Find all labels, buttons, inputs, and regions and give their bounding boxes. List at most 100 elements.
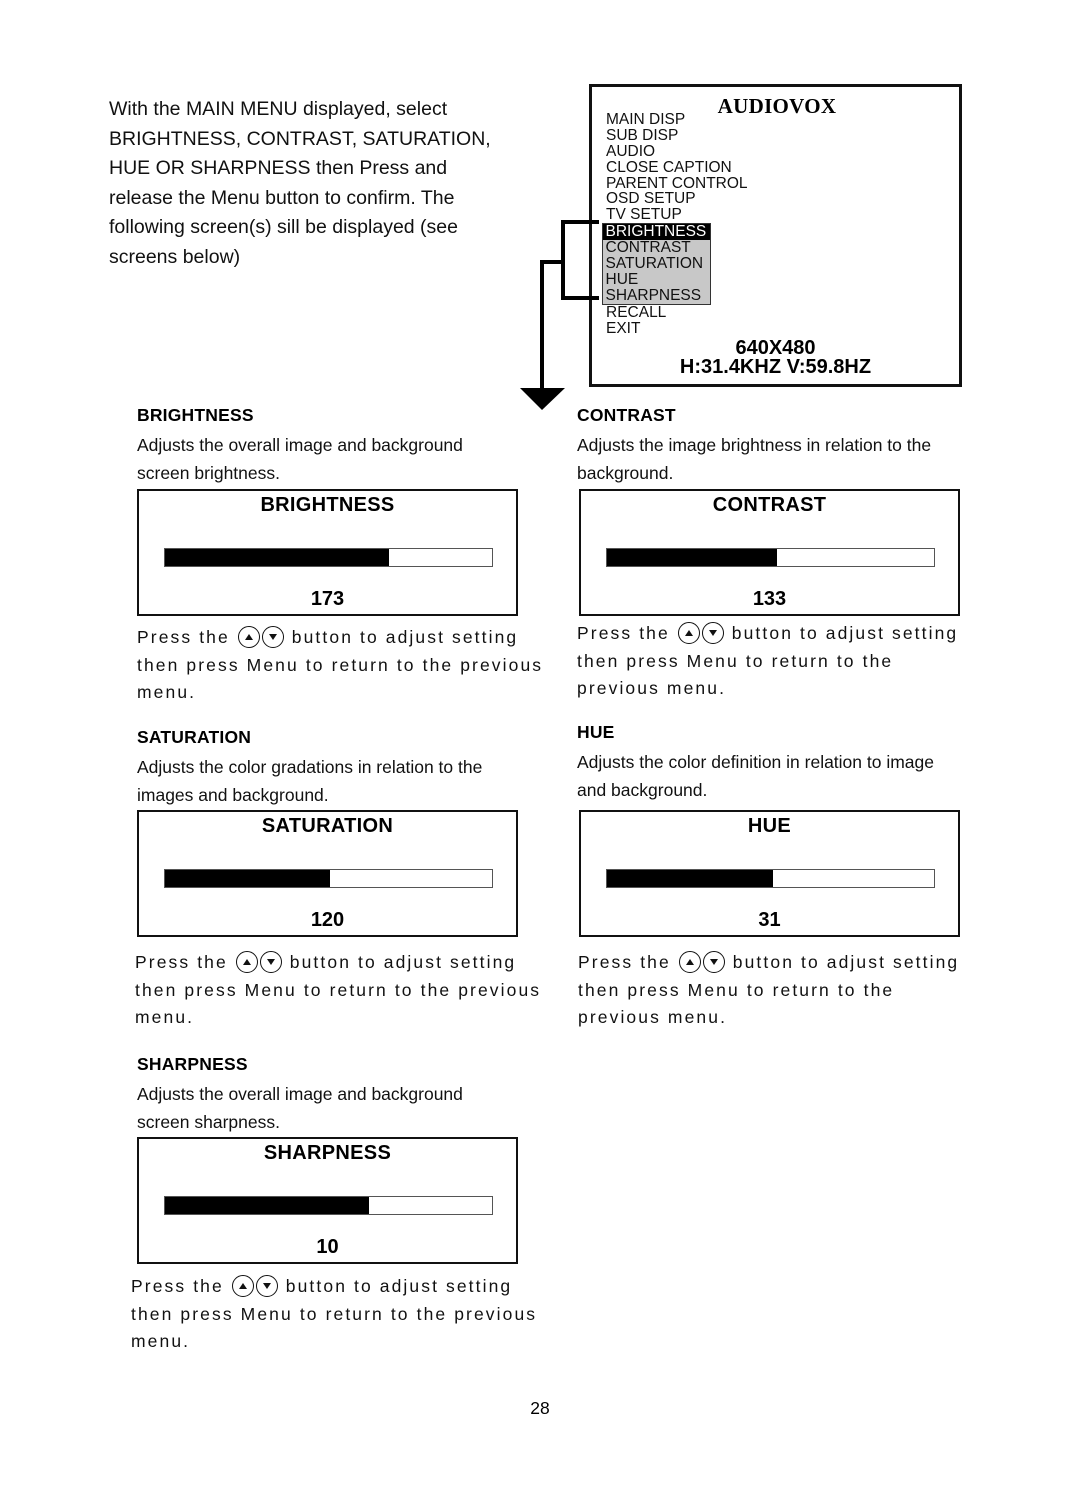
- contrast-level-bar[interactable]: [606, 548, 935, 567]
- instruction-text: button to adjust setting: [285, 1276, 513, 1296]
- instruction-line: then press Menu to return to the previou…: [135, 979, 542, 1000]
- osd-panel-hue: HUE 31: [579, 810, 960, 937]
- osd-menu-item-saturation[interactable]: SATURATION: [603, 256, 710, 272]
- intro-paragraph: With the MAIN MENU displayed, select BRI…: [109, 95, 529, 273]
- instruction-line: Press the button to adjust setting: [131, 1273, 551, 1301]
- panel-title: SATURATION: [261, 815, 394, 837]
- osd-panel-saturation: SATURATION 120: [137, 810, 518, 937]
- instruction-text: button to adjust setting: [291, 627, 519, 647]
- instruction-line: previous menu.: [577, 678, 727, 698]
- description-line: screen sharpness.: [137, 1111, 280, 1132]
- bracket-line: [561, 220, 599, 300]
- panel-title: SHARPNESS: [263, 1142, 392, 1164]
- osd-menu-item-contrast[interactable]: CONTRAST: [603, 240, 710, 256]
- osd-menu-item-sub-disp[interactable]: SUB DISP: [603, 127, 748, 144]
- section-description-contrast: Adjusts the image brightness in relation…: [577, 432, 977, 487]
- instruction-line: Press the button to adjust setting: [578, 949, 998, 977]
- osd-menu-item-tv-setup[interactable]: TV SETUP: [603, 207, 748, 223]
- arrow-shaft: [540, 260, 563, 390]
- osd-menu-item-audio[interactable]: AUDIO: [603, 143, 748, 160]
- intro-line: screens below): [109, 245, 241, 268]
- instruction-text: Press the: [131, 1276, 224, 1296]
- osd-main-menu-screen: AUDIOVOX MAIN DISP SUB DISP AUDIO CLOSE …: [589, 84, 962, 387]
- instruction-line: then press Menu to return to the: [577, 650, 894, 671]
- description-line: Adjusts the color gradations in relation…: [137, 757, 483, 777]
- osd-panel-contrast: CONTRAST 133: [579, 489, 960, 616]
- osd-menu-item-exit[interactable]: EXIT: [603, 320, 748, 337]
- osd-menu-item-brightness[interactable]: BRIGHTNESS: [602, 224, 710, 241]
- down-arrow-button-icon: [255, 1275, 278, 1297]
- instruction-text: button to adjust setting: [289, 952, 517, 972]
- down-arrow-button-icon: [701, 622, 724, 644]
- page-number: 28: [530, 1398, 550, 1418]
- down-arrow-button-icon: [261, 626, 284, 648]
- description-line: Adjusts the color definition in relation…: [577, 752, 935, 772]
- saturation-level-fill: [165, 870, 331, 887]
- instruction-line: Press the button to adjust setting: [135, 949, 555, 977]
- instructions-contrast: Press the button to adjust setting then …: [577, 620, 997, 703]
- hue-level-bar[interactable]: [606, 869, 935, 888]
- instructions-saturation: Press the button to adjust setting then …: [135, 949, 555, 1032]
- osd-signal-info: 640X480 H:31.4KHZ V:59.8HZ: [592, 338, 959, 378]
- up-arrow-button-icon: [235, 951, 258, 973]
- instruction-line: menu.: [135, 1007, 195, 1027]
- section-heading-sharpness: SHARPNESS: [137, 1054, 248, 1074]
- description-line: Adjusts the image brightness in relation…: [577, 435, 932, 455]
- intro-line: HUE OR SHARPNESS then Press and: [109, 157, 448, 180]
- section-heading-brightness: BRIGHTNESS: [137, 405, 254, 425]
- instructions-sharpness: Press the button to adjust setting then …: [131, 1273, 551, 1356]
- description-line: Adjusts the overall image and background: [137, 435, 463, 455]
- osd-picture-settings-group: BRIGHTNESS CONTRAST SATURATION HUE SHARP…: [601, 223, 711, 305]
- instruction-line: menu.: [131, 1331, 191, 1351]
- saturation-level-bar[interactable]: [164, 869, 493, 888]
- description-line: background.: [577, 462, 674, 483]
- connector-arrow-icon: [520, 220, 599, 410]
- instruction-line: Press the button to adjust setting: [137, 624, 557, 652]
- panel-value: 120: [310, 909, 345, 931]
- instruction-line: then press Menu to return to the previou…: [137, 654, 544, 675]
- brightness-level-fill: [165, 549, 389, 566]
- instruction-text: Press the: [137, 627, 230, 647]
- osd-menu-item-sharpness[interactable]: SHARPNESS: [603, 287, 710, 304]
- up-arrow-button-icon: [677, 622, 700, 644]
- section-description-hue: Adjusts the color definition in relation…: [577, 749, 977, 804]
- up-arrow-button-icon: [231, 1275, 254, 1297]
- instruction-line: Press the button to adjust setting: [577, 620, 997, 648]
- osd-frequency: H:31.4KHZ V:59.8HZ: [679, 356, 872, 378]
- intro-line: following screen(s) sill be displayed (s…: [109, 216, 458, 239]
- osd-menu-item-recall[interactable]: RECALL: [603, 304, 748, 321]
- osd-menu-item-parent-control[interactable]: PARENT CONTROL: [603, 175, 748, 192]
- description-line: images and background.: [137, 784, 329, 805]
- osd-menu-item-hue[interactable]: HUE: [603, 272, 710, 288]
- intro-line: BRIGHTNESS, CONTRAST, SATURATION,: [109, 127, 491, 150]
- panel-title: HUE: [747, 815, 792, 837]
- hue-level-fill: [607, 870, 773, 887]
- section-description-sharpness: Adjusts the overall image and background…: [137, 1081, 537, 1136]
- sharpness-level-fill: [165, 1197, 369, 1214]
- description-line: screen brightness.: [137, 462, 280, 483]
- down-arrow-button-icon: [702, 951, 725, 973]
- osd-menu-item-close-caption[interactable]: CLOSE CAPTION: [603, 159, 748, 176]
- description-line: Adjusts the overall image and background: [137, 1084, 463, 1104]
- arrow-head-icon: [520, 388, 565, 410]
- panel-value: 133: [752, 588, 787, 610]
- intro-line: release the Menu button to confirm. The: [109, 186, 455, 209]
- osd-panel-sharpness: SHARPNESS 10: [137, 1137, 518, 1264]
- sharpness-level-bar[interactable]: [164, 1196, 493, 1215]
- panel-title: CONTRAST: [712, 494, 827, 516]
- instructions-brightness: Press the button to adjust setting then …: [137, 624, 557, 707]
- instructions-hue: Press the button to adjust setting then …: [578, 949, 998, 1032]
- down-arrow-button-icon: [259, 951, 282, 973]
- osd-menu-item-main-disp[interactable]: MAIN DISP: [603, 112, 748, 128]
- instruction-text: Press the: [578, 952, 671, 972]
- instruction-text: Press the: [577, 623, 670, 643]
- intro-line: With the MAIN MENU displayed, select: [109, 98, 448, 120]
- panel-title: BRIGHTNESS: [260, 494, 395, 516]
- contrast-level-fill: [607, 549, 778, 566]
- instruction-text: button to adjust setting: [732, 952, 960, 972]
- osd-menu-item-osd-setup[interactable]: OSD SETUP: [603, 191, 748, 207]
- up-arrow-button-icon: [237, 626, 260, 648]
- instruction-text: Press the: [135, 952, 228, 972]
- description-line: and background.: [577, 779, 708, 800]
- brightness-level-bar[interactable]: [164, 548, 493, 567]
